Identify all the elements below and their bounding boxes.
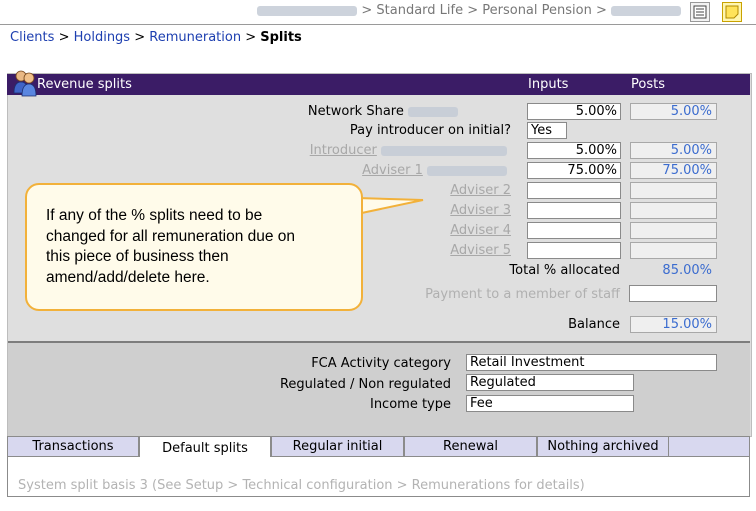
tab-strip-filler: [669, 436, 750, 457]
callout-line: changed for all remuneration due on: [46, 227, 296, 245]
redacted-introducer-name: [381, 145, 507, 156]
fca-category-label: FCA Activity category: [311, 356, 451, 371]
network-share-label: Network Share: [308, 104, 458, 119]
panel-header: Revenue splits Inputs Posts: [7, 74, 750, 95]
adviser3-link[interactable]: Adviser 3: [450, 203, 511, 218]
panel-title: Revenue splits: [37, 77, 132, 92]
balance-label: Balance: [568, 317, 620, 332]
regulated-field[interactable]: Regulated: [466, 374, 634, 391]
introducer-input[interactable]: 5.00%: [527, 142, 621, 159]
total-allocated-label: Total % allocated: [509, 263, 620, 278]
breadcrumb-current: Splits: [260, 30, 302, 45]
top-path: > Standard Life > Personal Pension >: [257, 3, 681, 18]
breadcrumb-clients[interactable]: Clients: [10, 30, 54, 45]
redacted-policy-number: [611, 5, 681, 16]
adviser1-input[interactable]: 75.00%: [527, 162, 621, 179]
introducer-label: Introducer: [310, 143, 507, 158]
list-icon[interactable]: [690, 2, 710, 22]
network-share-post: 5.00%: [630, 103, 717, 120]
adviser4-link[interactable]: Adviser 4: [450, 223, 511, 238]
adviser1-link[interactable]: Adviser 1: [362, 163, 423, 178]
introducer-post: 5.00%: [630, 142, 717, 159]
redacted-adviser-name: [427, 165, 507, 176]
people-icon: [12, 67, 38, 97]
breadcrumb-separator: >: [134, 30, 146, 45]
introducer-link[interactable]: Introducer: [310, 143, 377, 158]
redacted-network-name: [408, 106, 458, 117]
tab-regular-initial[interactable]: Regular initial: [271, 436, 404, 457]
adviser2-input[interactable]: [527, 182, 621, 199]
pay-introducer-select[interactable]: Yes: [527, 122, 567, 139]
column-inputs-header: Inputs: [528, 77, 569, 92]
income-type-label: Income type: [369, 397, 451, 412]
adviser2-link[interactable]: Adviser 2: [450, 183, 511, 198]
adviser3-post: [630, 202, 717, 219]
staff-payment-label: Payment to a member of staff: [425, 287, 620, 302]
breadcrumb-remuneration[interactable]: Remuneration: [149, 30, 241, 45]
regulated-label: Regulated / Non regulated: [279, 377, 451, 392]
callout-line: If any of the % splits need to be: [46, 207, 263, 224]
pay-introducer-label: Pay introducer on initial?: [349, 123, 511, 138]
adviser1-post: 75.00%: [630, 162, 717, 179]
adviser1-label: Adviser 1: [362, 163, 507, 178]
callout-text: If any of the % splits need to be change…: [46, 206, 346, 288]
adviser4-input[interactable]: [527, 222, 621, 239]
callout-line: amend/add/delete here.: [46, 268, 210, 286]
breadcrumb-holdings[interactable]: Holdings: [74, 30, 130, 45]
adviser4-post: [630, 222, 717, 239]
staff-payment-input[interactable]: [629, 285, 717, 302]
redacted-client-name: [257, 5, 358, 16]
split-basis-note: System split basis 3 (See Setup > Techni…: [18, 478, 585, 493]
breadcrumb: Clients > Holdings > Remuneration > Spli…: [10, 30, 302, 45]
tab-nothing-archived[interactable]: Nothing archived: [537, 436, 669, 457]
callout-pointer: [355, 196, 424, 216]
top-path-text: > Standard Life > Personal Pension >: [361, 3, 607, 18]
tab-renewal[interactable]: Renewal: [404, 436, 537, 457]
fca-category-field[interactable]: Retail Investment: [466, 354, 717, 371]
tab-transactions[interactable]: Transactions: [7, 436, 139, 457]
callout-line: this piece of business then: [46, 248, 229, 265]
column-posts-header: Posts: [631, 77, 665, 92]
network-share-input[interactable]: 5.00%: [527, 103, 621, 120]
balance-post: 15.00%: [630, 316, 717, 333]
adviser2-post: [630, 182, 717, 199]
breadcrumb-separator: >: [58, 30, 70, 45]
income-type-field[interactable]: Fee: [466, 395, 634, 412]
adviser3-input[interactable]: [527, 202, 621, 219]
total-allocated-post: 85.00%: [662, 263, 712, 278]
adviser5-link[interactable]: Adviser 5: [450, 243, 511, 258]
adviser5-input[interactable]: [527, 242, 621, 259]
note-icon[interactable]: [722, 2, 742, 22]
breadcrumb-separator: >: [245, 30, 257, 45]
adviser5-post: [630, 242, 717, 259]
